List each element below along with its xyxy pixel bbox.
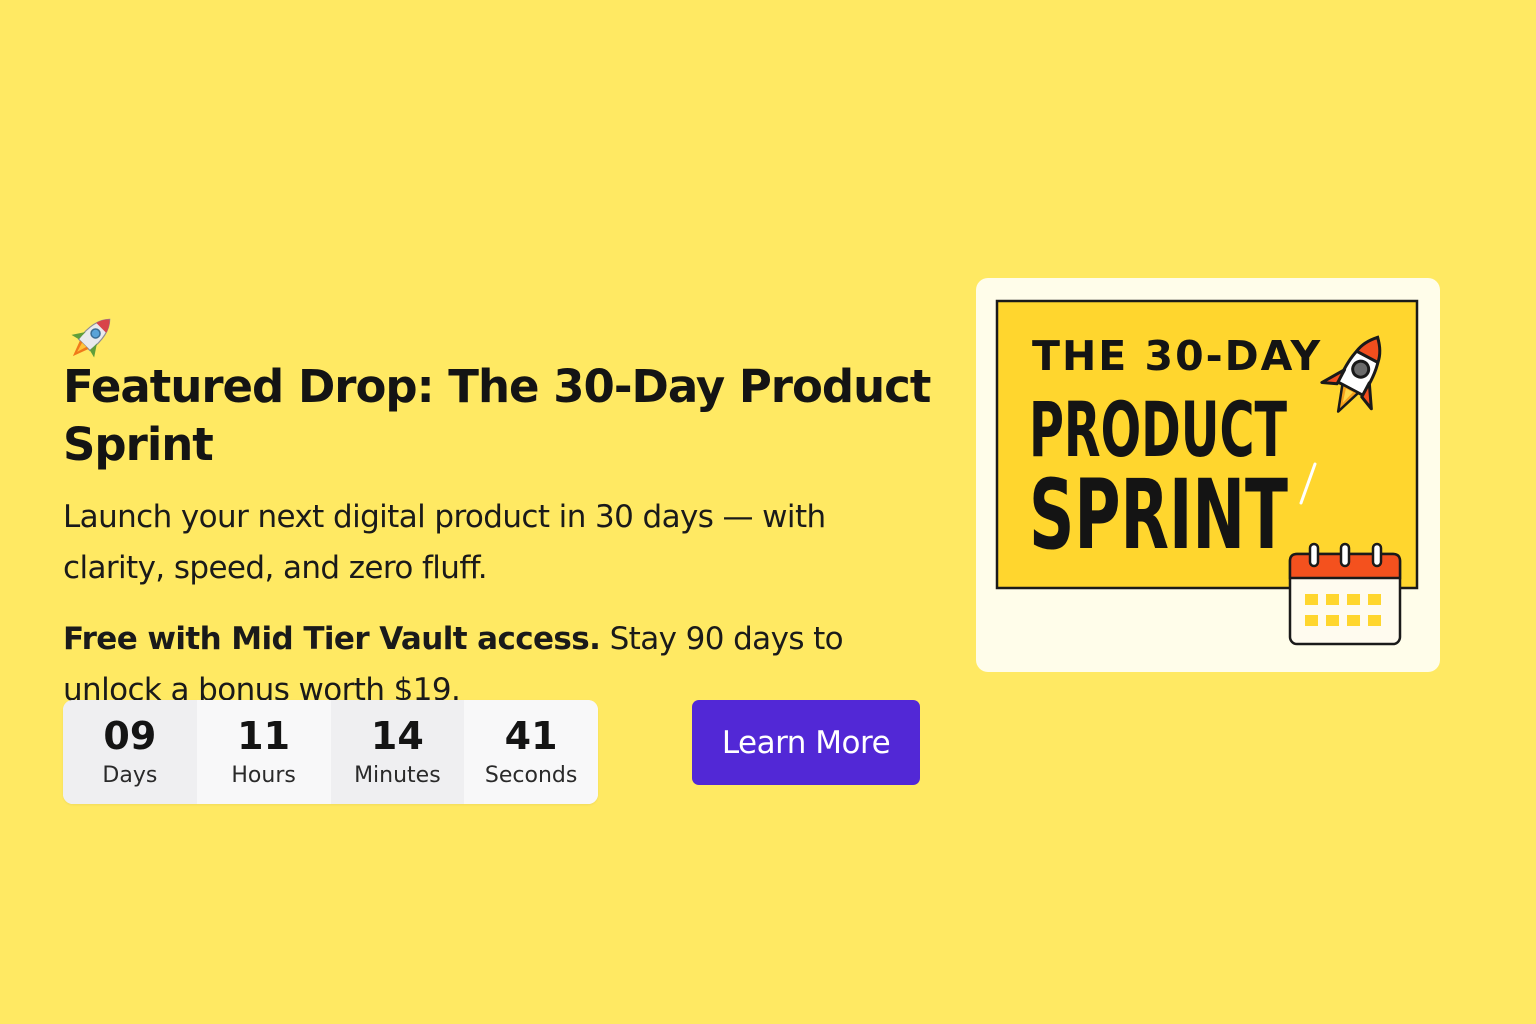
hero-description: Launch your next digital product in 30 d… bbox=[63, 499, 826, 586]
countdown-seconds-label: Seconds bbox=[484, 763, 578, 788]
page-title-text: Featured Drop: The 30-Day Product Sprint bbox=[63, 360, 931, 471]
countdown-hours-value: 11 bbox=[237, 714, 291, 758]
countdown-minutes-value: 14 bbox=[370, 714, 424, 758]
product-poster: THE 30-DAY PRODUCT SPRINT bbox=[995, 299, 1419, 646]
countdown-days-label: Days bbox=[102, 763, 158, 788]
countdown-minutes-label: Minutes bbox=[354, 763, 441, 788]
countdown-timer: 09 Days 11 Hours 14 Minutes 41 Seconds bbox=[63, 700, 598, 804]
hero-content: Featured Drop: The 30-Day Product Sprint… bbox=[63, 300, 943, 716]
product-image-card[interactable]: THE 30-DAY PRODUCT SPRINT bbox=[976, 278, 1440, 672]
countdown-seconds-value: 41 bbox=[504, 714, 558, 758]
countdown-seconds: 41 Seconds bbox=[464, 700, 598, 804]
poster-line-1: THE 30-DAY bbox=[1032, 332, 1322, 380]
countdown-days-value: 09 bbox=[103, 714, 157, 758]
countdown-hours-label: Hours bbox=[231, 763, 296, 788]
poster-line-3: SPRINT bbox=[1029, 459, 1288, 571]
countdown-minutes: 14 Minutes bbox=[330, 700, 465, 804]
offer-highlight: Free with Mid Tier Vault access. bbox=[63, 621, 601, 657]
calendar-icon bbox=[1288, 542, 1402, 646]
learn-more-button[interactable]: Learn More bbox=[692, 700, 920, 785]
page-title: Featured Drop: The 30-Day Product Sprint bbox=[63, 300, 943, 474]
rocket-icon bbox=[63, 308, 121, 366]
countdown-days: 09 Days bbox=[63, 700, 197, 804]
countdown-hours: 11 Hours bbox=[196, 700, 331, 804]
